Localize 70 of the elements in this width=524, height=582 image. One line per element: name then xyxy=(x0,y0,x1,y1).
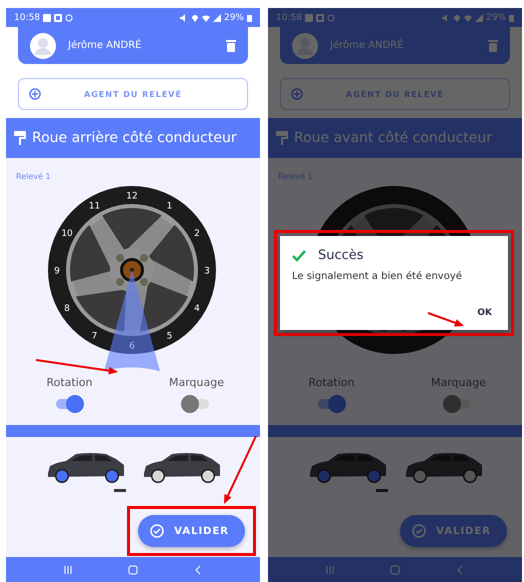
trash-icon[interactable] xyxy=(226,39,236,52)
home-icon[interactable] xyxy=(128,564,138,574)
dial-number: 7 xyxy=(92,331,98,342)
app-icon xyxy=(316,14,324,22)
dialog-message: Le signalement a bien été envoyé xyxy=(292,271,463,282)
selection-dash xyxy=(114,489,126,492)
mute-icon xyxy=(180,14,188,22)
dial-number: 5 xyxy=(166,331,172,342)
validate-button[interactable]: VALIDER xyxy=(138,515,245,547)
dialog-title: Succès xyxy=(318,248,364,263)
image-icon xyxy=(304,14,313,22)
location-icon xyxy=(190,14,199,22)
avatar-icon xyxy=(30,32,56,58)
section-title: Roue arrière côté conducteur xyxy=(32,130,237,146)
check-circle-icon xyxy=(150,524,164,538)
wifi-icon xyxy=(202,14,210,22)
home-icon[interactable] xyxy=(390,564,400,574)
back-icon[interactable] xyxy=(192,564,203,574)
section-title: Roue avant côté conducteur xyxy=(294,130,492,146)
dial-number: 6 xyxy=(129,342,135,352)
battery-icon xyxy=(247,14,252,22)
battery-percent: 29% xyxy=(224,12,244,22)
status-time: 10:58 xyxy=(14,12,40,22)
ok-button[interactable]: OK xyxy=(473,304,496,322)
agent-name: Jérôme ANDRÉ xyxy=(330,40,404,51)
selection-dash xyxy=(376,489,388,492)
paint-roller-icon xyxy=(14,131,26,145)
toggle-switch[interactable] xyxy=(181,395,212,413)
plus-circle-icon xyxy=(291,88,303,100)
wifi-icon xyxy=(464,14,472,22)
check-icon xyxy=(292,250,306,262)
agent-name: Jérôme ANDRÉ xyxy=(68,40,142,51)
avatar-icon xyxy=(292,32,318,58)
dial-number: 11 xyxy=(88,202,100,212)
signal-icon xyxy=(474,14,483,22)
back-icon[interactable] xyxy=(454,564,465,574)
toggle-switch[interactable] xyxy=(54,395,84,413)
toggle-label: Marquage xyxy=(168,376,224,389)
dial-number: 2 xyxy=(194,229,200,239)
app-icon xyxy=(54,14,62,22)
dial-number: 8 xyxy=(64,304,70,314)
image-icon xyxy=(42,14,51,22)
toggle-label: Marquage xyxy=(430,376,486,389)
toggle-switch[interactable] xyxy=(316,395,346,413)
signal-icon xyxy=(212,14,221,22)
toggle-switch[interactable] xyxy=(443,395,474,413)
dial-number: 12 xyxy=(126,192,138,202)
agent-button[interactable]: AGENT DU RELEVÉ xyxy=(18,78,248,110)
mute-icon xyxy=(442,14,450,22)
paint-roller-icon xyxy=(276,131,288,145)
recent-apps-icon[interactable] xyxy=(63,564,74,574)
dial-number: 10 xyxy=(61,229,73,239)
location-icon xyxy=(452,14,461,22)
plus-circle-icon xyxy=(29,88,41,100)
circle-icon xyxy=(64,14,73,22)
battery-percent: 29% xyxy=(486,12,506,22)
dial-number: 1 xyxy=(166,202,172,212)
dial-number: 3 xyxy=(204,266,210,276)
dial-number: 4 xyxy=(194,304,200,314)
status-time: 10:58 xyxy=(276,12,302,22)
toggle-label: Rotation xyxy=(308,376,354,389)
circle-icon xyxy=(326,14,335,22)
reading-label: Relevé 1 xyxy=(15,172,51,183)
dial-number: 9 xyxy=(54,266,60,276)
check-circle-icon xyxy=(412,524,426,538)
toggle-label: Rotation xyxy=(46,376,92,389)
recent-apps-icon[interactable] xyxy=(325,564,336,574)
battery-icon xyxy=(509,14,514,22)
trash-icon[interactable] xyxy=(488,39,498,52)
validate-button[interactable]: VALIDER xyxy=(400,515,507,547)
